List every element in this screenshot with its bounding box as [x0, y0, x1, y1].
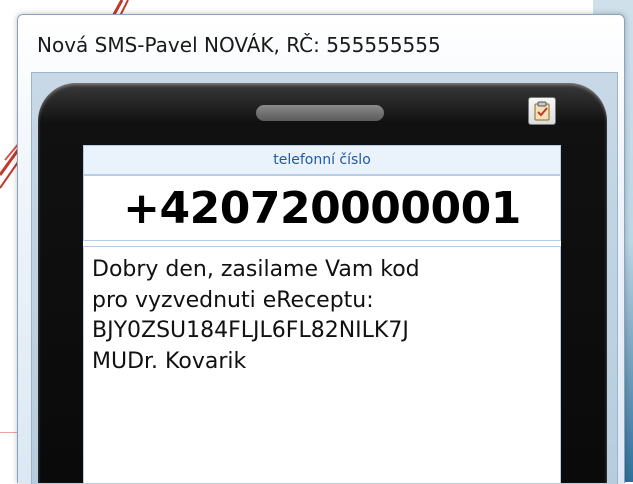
- phone-number-field[interactable]: +420720000001: [83, 175, 561, 241]
- clipboard-check-button[interactable]: [528, 97, 556, 125]
- new-sms-dialog: Nová SMS-Pavel NOVÁK, RČ: 555555555 tele…: [17, 14, 625, 484]
- phone-number-label: telefonní číslo: [83, 145, 561, 175]
- phone-screen: telefonní číslo +420720000001 Dobry den,…: [83, 145, 561, 483]
- message-line: pro vyzvednuti eReceptu:: [92, 287, 374, 313]
- window-title: Nová SMS-Pavel NOVÁK, RČ: 555555555: [37, 33, 441, 57]
- message-line: BJY0ZSU184FLJL6FL82NILK7J: [92, 318, 409, 343]
- sms-message-text[interactable]: Dobry den, zasilame Vam kod pro vyzvednu…: [83, 246, 561, 483]
- message-line: MUDr. Kovarik: [92, 348, 247, 374]
- phone-frame: telefonní číslo +420720000001 Dobry den,…: [38, 83, 607, 483]
- phone-speaker: [256, 105, 384, 121]
- message-line: Dobry den, zasilame Vam kod: [92, 257, 420, 282]
- clipboard-check-icon: [534, 101, 550, 121]
- dialog-client-area: telefonní číslo +420720000001 Dobry den,…: [31, 72, 618, 484]
